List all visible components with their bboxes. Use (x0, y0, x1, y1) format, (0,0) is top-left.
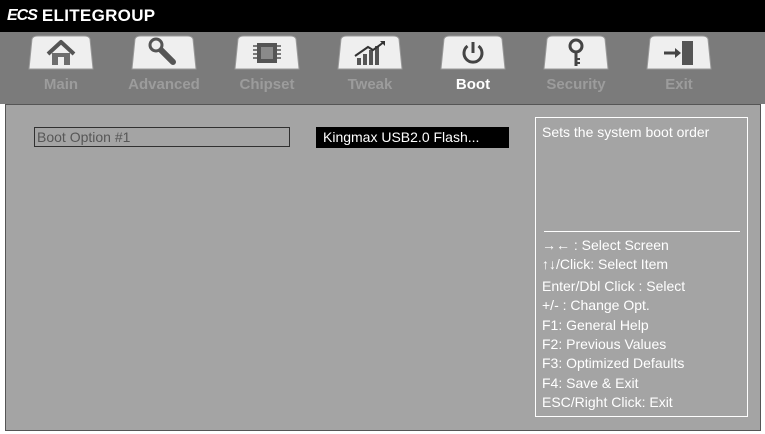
help-divider (544, 231, 740, 232)
tab-label: Advanced (128, 76, 200, 93)
brand: ECS ELITEGROUP (7, 4, 155, 28)
chip-icon (232, 35, 302, 71)
tab-main[interactable]: Main (11, 32, 111, 104)
tab-tweak[interactable]: Tweak (320, 32, 420, 104)
key-hint: F3: Optimized Defaults (542, 355, 685, 372)
key-hint: F2: Previous Values (542, 336, 667, 353)
tab-advanced[interactable]: Advanced (114, 32, 214, 104)
bios-setup-window: ECS ELITEGROUP Main Advanced Chipset Twe… (0, 0, 765, 434)
exit-door-icon (644, 35, 714, 71)
ecs-logo: ECS (7, 7, 38, 24)
tab-label: Main (43, 76, 79, 93)
tab-label: Boot (455, 76, 491, 93)
tab-label: Security (546, 76, 606, 93)
boot-settings-panel: Boot Option #1 Kingmax USB2.0 Flash... S… (5, 104, 761, 431)
tab-label: Exit (665, 76, 693, 93)
key-hint: ESC/Right Click: Exit (542, 394, 673, 411)
boot-option-1-value[interactable]: Kingmax USB2.0 Flash... (316, 127, 509, 148)
key-hint: Enter/Dbl Click : Select (542, 277, 686, 294)
wrench-icon (129, 35, 199, 71)
key-legend: →← : Select Screen ↑↓/Click: Select Item… (542, 236, 747, 413)
home-icon (26, 35, 96, 71)
key-hint: F1: General Help (542, 316, 649, 333)
help-panel: Sets the system boot order →← : Select S… (535, 117, 748, 417)
brand-name: ELITEGROUP (41, 6, 156, 25)
tab-exit[interactable]: Exit (629, 32, 729, 104)
key-hint: F4: Save & Exit (542, 374, 639, 391)
tab-security[interactable]: Security (526, 32, 626, 104)
power-icon (438, 35, 508, 71)
help-description: Sets the system boot order (542, 124, 710, 140)
key-hint: +/- : Change Opt. (542, 297, 650, 314)
key-icon (541, 35, 611, 71)
title-bar: ECS ELITEGROUP (0, 0, 765, 32)
tab-label: Tweak (347, 76, 393, 93)
key-hint: →← : Select Screen (542, 237, 669, 253)
performance-chart-icon (335, 35, 405, 71)
key-hint: ↑↓/Click: Select Item (542, 256, 669, 273)
tab-chipset[interactable]: Chipset (217, 32, 317, 104)
boot-option-1-label[interactable]: Boot Option #1 (34, 127, 290, 147)
tab-boot[interactable]: Boot (423, 32, 523, 104)
tab-bar: Main Advanced Chipset Tweak Boot Securit… (0, 32, 765, 104)
tab-label: Chipset (239, 76, 295, 93)
